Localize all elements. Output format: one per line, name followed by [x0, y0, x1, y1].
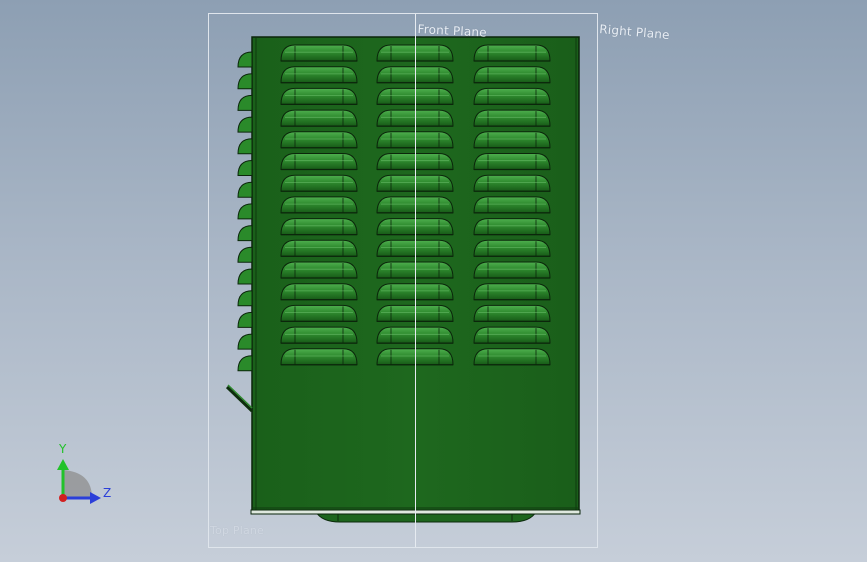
louver — [473, 196, 551, 214]
y-axis-label: Y — [59, 442, 67, 456]
y-axis-arrow — [57, 459, 69, 470]
diagonal-tab-highlight — [227, 384, 253, 409]
louver — [280, 87, 358, 106]
side-tab — [237, 225, 253, 242]
louver — [280, 153, 358, 171]
louver — [473, 131, 551, 149]
louver — [280, 109, 358, 127]
louver — [473, 174, 551, 192]
side-tab — [237, 138, 253, 155]
z-axis-arrow — [90, 492, 101, 504]
louver — [280, 131, 358, 149]
louver — [473, 66, 551, 84]
louver — [280, 218, 358, 236]
louver — [473, 44, 551, 62]
louver — [280, 261, 358, 279]
side-tab — [237, 73, 253, 90]
side-tab — [237, 333, 253, 350]
triad-xy-sector — [63, 470, 92, 498]
side-tab — [237, 290, 253, 307]
louver — [280, 326, 358, 344]
view-triad[interactable] — [57, 459, 101, 504]
louver — [473, 348, 551, 366]
side-tab — [237, 355, 253, 372]
louver — [280, 174, 358, 192]
louver — [473, 283, 551, 301]
side-tab — [237, 181, 253, 198]
louver — [280, 304, 358, 322]
louver — [473, 153, 551, 171]
side-tab — [237, 116, 253, 133]
louver — [280, 66, 358, 84]
model-view[interactable] — [0, 0, 867, 562]
z-axis-label: Z — [103, 486, 112, 500]
louver — [473, 109, 551, 127]
graphics-viewport[interactable]: Front Plane Right Plane Top Plane Y Z — [0, 0, 867, 562]
louver — [473, 87, 551, 106]
louver — [473, 239, 551, 257]
louver — [280, 239, 358, 257]
louver — [473, 304, 551, 322]
side-tab — [237, 51, 253, 68]
side-tab — [237, 159, 253, 176]
louver — [280, 196, 358, 214]
louver — [473, 261, 551, 279]
louver — [280, 348, 358, 366]
louver — [280, 44, 358, 62]
side-tab — [237, 268, 253, 285]
side-tab — [237, 94, 253, 111]
side-tab — [237, 246, 253, 263]
side-tabs — [237, 51, 253, 372]
top-plane-label[interactable]: Top Plane — [210, 524, 264, 537]
side-tab — [237, 203, 253, 220]
louver — [473, 326, 551, 344]
side-tab — [237, 311, 253, 328]
x-axis-dot — [59, 494, 67, 502]
diagonal-tab — [225, 385, 254, 413]
louver — [280, 283, 358, 301]
louver — [473, 218, 551, 236]
